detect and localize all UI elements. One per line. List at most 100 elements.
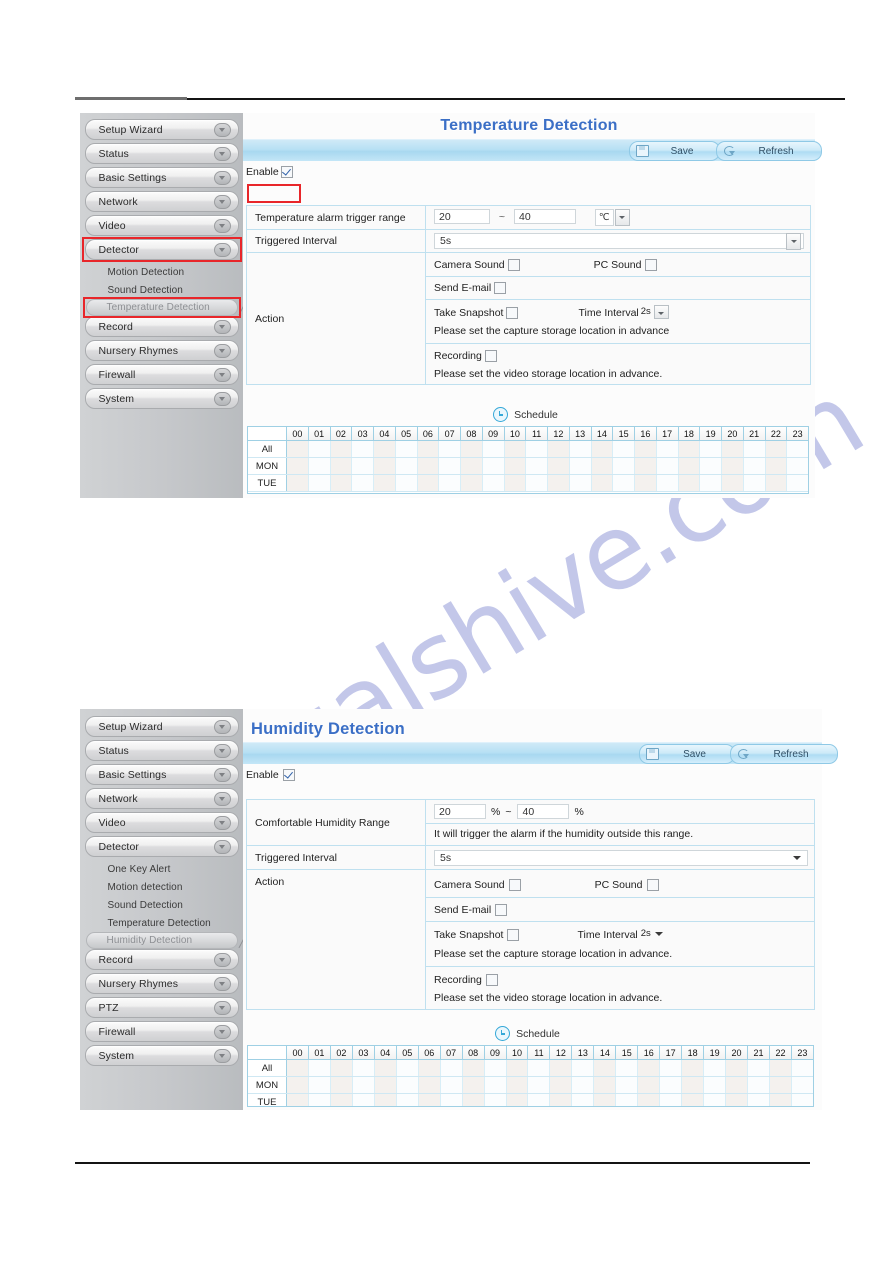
schedule-cell[interactable] <box>287 1077 309 1093</box>
schedule-cell[interactable] <box>418 1077 441 1093</box>
schedule-cell[interactable] <box>656 441 679 457</box>
schedule-cell[interactable] <box>594 1094 617 1106</box>
pc-sound-checkbox[interactable] <box>646 879 659 891</box>
schedule-cell[interactable] <box>787 475 808 491</box>
schedule-cell[interactable] <box>439 475 461 491</box>
schedule-cell[interactable] <box>439 441 461 457</box>
schedule-cell[interactable] <box>330 1077 353 1093</box>
schedule-cell[interactable] <box>613 458 635 474</box>
schedule-cell[interactable] <box>638 1077 661 1093</box>
schedule-cell[interactable] <box>616 1094 639 1106</box>
schedule-cell[interactable] <box>526 458 548 474</box>
schedule-cell[interactable] <box>635 475 657 491</box>
schedule-cell[interactable] <box>482 475 505 491</box>
schedule-cell[interactable] <box>396 1060 419 1076</box>
sidebar-item-nursery-rhymes[interactable]: Nursery Rhymes <box>84 340 239 361</box>
schedule-cell[interactable] <box>787 441 808 457</box>
schedule-cell[interactable] <box>417 475 440 491</box>
schedule-cell[interactable] <box>287 475 309 491</box>
schedule-cell[interactable] <box>660 1060 683 1076</box>
schedule-cell[interactable] <box>440 1077 463 1093</box>
schedule-day-label[interactable]: TUE <box>248 475 287 491</box>
schedule-cell[interactable] <box>287 1094 309 1106</box>
schedule-cell[interactable] <box>462 1094 485 1106</box>
schedule-cell[interactable] <box>395 441 418 457</box>
chevron-down-icon[interactable] <box>786 232 801 250</box>
schedule-cell[interactable] <box>352 1077 375 1093</box>
schedule-cell[interactable] <box>743 475 766 491</box>
schedule-cell[interactable] <box>308 441 331 457</box>
schedule-cell[interactable] <box>572 1077 595 1093</box>
schedule-cell[interactable] <box>504 475 527 491</box>
schedule-cell[interactable] <box>440 1060 463 1076</box>
schedule-grid[interactable]: 00 01 02 03 04 05 06 07 08 09 10 11 12 13 14 15 16 17 18 19… <box>247 426 809 494</box>
schedule-cell[interactable] <box>440 1094 463 1106</box>
schedule-cell[interactable] <box>660 1077 683 1093</box>
sidebar-item-network[interactable]: Network <box>84 191 239 212</box>
schedule-cell[interactable] <box>704 1060 727 1076</box>
schedule-cell[interactable] <box>506 1094 529 1106</box>
schedule-day-label[interactable]: All <box>248 1060 287 1076</box>
schedule-cell[interactable] <box>791 1060 813 1076</box>
sidebar-item-firewall[interactable]: Firewall <box>84 364 239 385</box>
schedule-cell[interactable] <box>678 458 701 474</box>
schedule-cell[interactable] <box>660 1094 683 1106</box>
schedule-cell[interactable] <box>374 441 396 457</box>
temp-unit-select[interactable]: ℃ <box>594 209 630 226</box>
schedule-cell[interactable] <box>769 1094 792 1106</box>
humidity-min-input[interactable]: 20 <box>434 804 486 819</box>
schedule-cell[interactable] <box>374 1094 397 1106</box>
schedule-cell[interactable] <box>462 1077 485 1093</box>
chevron-down-icon[interactable] <box>614 209 630 226</box>
schedule-cell[interactable] <box>765 475 788 491</box>
schedule-cell[interactable] <box>700 458 722 474</box>
chevron-down-icon[interactable] <box>213 368 231 382</box>
schedule-cell[interactable] <box>330 1094 353 1106</box>
sidebar-item-record[interactable]: Record <box>84 316 239 337</box>
schedule-cell[interactable] <box>352 458 374 474</box>
schedule-cell[interactable] <box>569 441 592 457</box>
temp-min-input[interactable]: 20 <box>434 209 490 224</box>
schedule-cell[interactable] <box>330 458 353 474</box>
schedule-cell[interactable] <box>791 1077 813 1093</box>
schedule-cell[interactable] <box>548 475 570 491</box>
schedule-cell[interactable] <box>395 458 418 474</box>
temp-max-input[interactable]: 40 <box>513 209 576 224</box>
schedule-cell[interactable] <box>748 1060 770 1076</box>
chevron-down-icon[interactable] <box>213 171 231 185</box>
send-email-checkbox[interactable] <box>494 282 507 294</box>
schedule-cell[interactable] <box>635 458 657 474</box>
schedule-cell[interactable] <box>461 441 483 457</box>
schedule-cell[interactable] <box>374 1077 397 1093</box>
save-button[interactable]: Save <box>629 141 720 161</box>
schedule-cell[interactable] <box>591 441 614 457</box>
schedule-day-row[interactable]: TUE <box>248 475 808 492</box>
schedule-cell[interactable] <box>374 458 396 474</box>
schedule-cell[interactable] <box>594 1077 617 1093</box>
schedule-cell[interactable] <box>352 1094 375 1106</box>
triggered-interval-select[interactable]: 5s <box>434 849 808 866</box>
schedule-cell[interactable] <box>308 1094 331 1106</box>
camera-sound-checkbox[interactable] <box>507 258 520 271</box>
schedule-cell[interactable] <box>682 1094 705 1106</box>
schedule-cell[interactable] <box>287 1060 309 1076</box>
schedule-cell[interactable] <box>418 1094 441 1106</box>
chevron-down-icon[interactable] <box>213 320 231 334</box>
schedule-cell[interactable] <box>550 1077 573 1093</box>
sidebar-item-system[interactable]: System <box>84 388 239 409</box>
schedule-cell[interactable] <box>504 458 527 474</box>
triggered-interval-select[interactable]: 5s <box>434 232 804 250</box>
schedule-cell[interactable] <box>765 441 788 457</box>
schedule-all-label[interactable] <box>248 427 287 440</box>
schedule-cell[interactable] <box>528 1094 551 1106</box>
schedule-cell[interactable] <box>678 441 701 457</box>
schedule-day-row[interactable]: MON <box>248 1077 813 1094</box>
schedule-cell[interactable] <box>528 1060 551 1076</box>
chevron-down-icon[interactable] <box>213 147 231 161</box>
chevron-down-icon[interactable] <box>213 195 231 209</box>
sidebar-item-detector[interactable]: Detector <box>84 836 239 857</box>
schedule-cell[interactable] <box>726 1060 749 1076</box>
sidebar-item-humidity-detection[interactable]: Humidity Detection╱ <box>85 932 246 949</box>
sidebar-item-one-key-alert[interactable]: One Key Alert <box>86 860 238 878</box>
schedule-all-label[interactable] <box>248 1046 287 1059</box>
